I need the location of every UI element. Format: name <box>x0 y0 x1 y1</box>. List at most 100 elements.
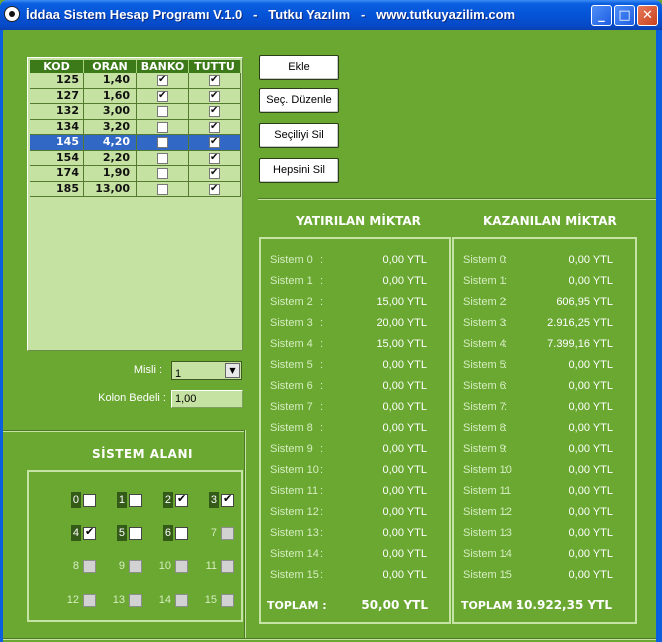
list-item[interactable]: 132 3,00 <box>30 104 241 120</box>
system-value: 606,95 YTL <box>556 296 613 308</box>
checkbox[interactable] <box>221 560 234 573</box>
sistem-14-checkbox[interactable]: 14 <box>157 592 189 608</box>
checkbox[interactable] <box>129 594 142 607</box>
checkbox[interactable] <box>175 560 188 573</box>
list-item[interactable]: 127 1,60 <box>30 88 241 104</box>
tuttu-checkbox[interactable] <box>209 151 220 165</box>
close-button[interactable]: ✕ <box>637 5 658 26</box>
checkbox[interactable] <box>129 527 142 540</box>
sistem-number: 14 <box>158 594 171 606</box>
sistem-0-checkbox[interactable]: 0 <box>65 492 97 508</box>
separator: : <box>504 506 508 518</box>
checkbox[interactable] <box>83 594 96 607</box>
sistem-number: 10 <box>158 560 171 572</box>
soccer-ball-icon <box>4 6 20 22</box>
system-row: Sistem 13: 0,00 YTL <box>261 527 449 545</box>
sistem-3-checkbox[interactable]: 3 <box>203 492 235 508</box>
sistem-8-checkbox[interactable]: 8 <box>65 558 97 574</box>
sistem-number: 9 <box>118 560 125 572</box>
kod-cell: 134 <box>30 119 84 134</box>
separator: : <box>504 527 508 539</box>
checkbox[interactable] <box>129 560 142 573</box>
list-item[interactable]: 174 1,90 <box>30 166 241 182</box>
tuttu-cell <box>189 181 241 196</box>
checkbox[interactable] <box>221 492 234 507</box>
list-item[interactable]: 185 13,00 <box>30 181 241 197</box>
banko-checkbox[interactable] <box>157 89 168 103</box>
banko-checkbox[interactable] <box>157 73 168 87</box>
checkbox[interactable] <box>175 527 188 540</box>
tuttu-checkbox[interactable] <box>209 73 220 87</box>
tuttu-checkbox[interactable] <box>209 89 220 103</box>
list-item[interactable]: 154 2,20 <box>30 150 241 166</box>
title-bar[interactable]: İddaa Sistem Hesap Programı V.1.0 - Tutk… <box>0 0 662 30</box>
kolon-bedeli-input[interactable]: 1,00 <box>171 390 243 408</box>
tuttu-checkbox[interactable] <box>209 182 220 196</box>
tuttu-cell <box>189 104 241 119</box>
checkbox[interactable] <box>221 594 234 607</box>
sistem-number: 1 <box>116 492 127 508</box>
header-banko[interactable]: BANKO <box>137 60 189 73</box>
separator: : <box>320 380 324 392</box>
sistem-11-checkbox[interactable]: 11 <box>203 558 235 574</box>
header-oran[interactable]: ORAN <box>84 60 137 73</box>
banko-checkbox[interactable] <box>157 183 168 195</box>
sistem-4-checkbox[interactable]: 4 <box>65 525 97 541</box>
sistem-2-checkbox[interactable]: 2 <box>157 492 189 508</box>
chevron-down-icon[interactable]: ▼ <box>225 363 240 378</box>
separator: : <box>504 254 508 266</box>
list-item[interactable]: 134 3,20 <box>30 119 241 135</box>
sec-duzenle-button[interactable]: Seç. Düzenle <box>259 88 339 113</box>
checkbox[interactable] <box>83 525 96 540</box>
header-kod[interactable]: KOD <box>30 60 84 73</box>
separator: : <box>504 443 508 455</box>
sistem-12-checkbox[interactable]: 12 <box>65 592 97 608</box>
banko-checkbox[interactable] <box>157 106 168 117</box>
list-item[interactable]: 125 1,40 <box>30 73 241 89</box>
oran-cell: 3,20 <box>84 119 137 134</box>
system-value: 0,00 YTL <box>382 569 427 581</box>
banko-checkbox[interactable] <box>157 137 168 148</box>
list-item[interactable]: 145 4,20 <box>30 135 241 151</box>
banko-checkbox[interactable] <box>157 168 168 179</box>
checkbox[interactable] <box>175 492 188 507</box>
tuttu-checkbox[interactable] <box>209 135 220 149</box>
tuttu-checkbox[interactable] <box>209 120 220 134</box>
checkbox[interactable] <box>129 494 142 507</box>
tuttu-checkbox[interactable] <box>209 166 220 180</box>
sistem-1-checkbox[interactable]: 1 <box>111 492 143 508</box>
checkbox[interactable] <box>221 527 234 540</box>
match-list[interactable]: KOD ORAN BANKO TUTTU 1251,401271,601323,… <box>27 57 243 351</box>
system-value: 20,00 YTL <box>376 317 427 329</box>
minimize-button[interactable]: _ <box>591 5 612 26</box>
sistem-15-checkbox[interactable]: 15 <box>203 592 235 608</box>
separator: : <box>504 359 508 371</box>
sistem-number: 11 <box>205 560 217 572</box>
sistem-7-checkbox[interactable]: 7 <box>203 525 235 541</box>
secili-sil-button[interactable]: Seçiliyi Sil <box>259 123 339 148</box>
kazanilan-total-value: 10.922,35 YTL <box>515 598 612 612</box>
banko-checkbox[interactable] <box>157 121 168 133</box>
sistem-10-checkbox[interactable]: 10 <box>157 558 189 574</box>
sistem-13-checkbox[interactable]: 13 <box>111 592 143 608</box>
sistem-5-checkbox[interactable]: 5 <box>111 525 143 541</box>
system-value: 0,00 YTL <box>568 359 613 371</box>
maximize-button[interactable]: □ <box>614 5 635 26</box>
header-tuttu[interactable]: TUTTU <box>189 60 241 73</box>
banko-checkbox[interactable] <box>157 152 168 164</box>
checkbox[interactable] <box>83 494 96 507</box>
system-value: 2.916,25 YTL <box>547 317 613 329</box>
sistem-9-checkbox[interactable]: 9 <box>111 558 143 574</box>
misli-select[interactable]: 1 ▼ <box>171 361 242 380</box>
sistem-6-checkbox[interactable]: 6 <box>157 525 189 541</box>
system-value: 0,00 YTL <box>568 569 613 581</box>
ekle-button[interactable]: Ekle <box>259 55 339 80</box>
checkbox[interactable] <box>83 560 96 573</box>
hepsini-sil-button[interactable]: Hepsini Sil <box>259 158 339 183</box>
system-name: Sistem 10 <box>270 464 319 476</box>
system-value: 0,00 YTL <box>568 380 613 392</box>
system-value: 0,00 YTL <box>568 548 613 560</box>
divider <box>3 638 656 640</box>
checkbox[interactable] <box>175 594 188 607</box>
tuttu-checkbox[interactable] <box>209 104 220 118</box>
